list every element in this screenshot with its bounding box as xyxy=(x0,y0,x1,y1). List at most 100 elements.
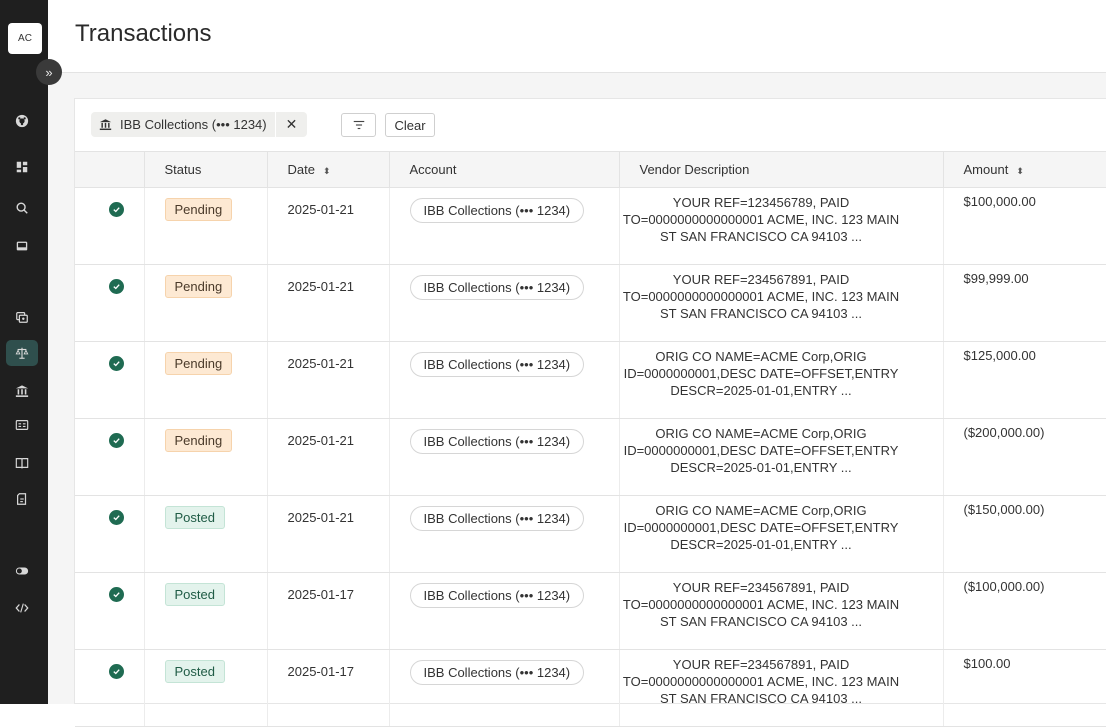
date-cell: 2025-01-21 xyxy=(267,418,389,495)
status-cell: Pending xyxy=(144,264,267,341)
date-text: 2025-01-21 xyxy=(288,352,355,371)
table-row[interactable]: Pending 2025-01-21 IBB Collections (••• … xyxy=(75,341,1106,418)
account-cell: IBB Collections (••• 1234) xyxy=(389,572,619,649)
table-header-row: Status Date⬍ Account Vendor Description … xyxy=(75,152,1106,187)
sidebar-item-search[interactable] xyxy=(6,195,38,221)
amount-cell: $100.00 xyxy=(943,649,1106,726)
check-circle-icon xyxy=(109,510,124,525)
vendor-description-cell: YOUR REF=123456789, PAID TO=000000000000… xyxy=(619,187,943,264)
sidebar-item-counterparties[interactable] xyxy=(6,412,38,438)
date-cell: 2025-01-21 xyxy=(267,341,389,418)
scales-icon xyxy=(15,346,29,360)
status-cell: Posted xyxy=(144,572,267,649)
bank-icon xyxy=(15,384,29,398)
status-badge: Pending xyxy=(165,429,233,452)
date-text: 2025-01-21 xyxy=(288,198,355,217)
sidebar-item-dashboard[interactable] xyxy=(6,154,38,180)
reconciled-cell xyxy=(75,495,144,572)
table-row[interactable]: Pending 2025-01-21 IBB Collections (••• … xyxy=(75,264,1106,341)
status-cell: Posted xyxy=(144,649,267,726)
filter-bar: IBB Collections (••• 1234) ✕ Clear xyxy=(75,99,1106,152)
sidebar-item-inbox[interactable] xyxy=(6,233,38,259)
book-icon xyxy=(15,456,29,470)
date-text: 2025-01-21 xyxy=(288,275,355,294)
date-cell: 2025-01-21 xyxy=(267,495,389,572)
expand-sidebar-button[interactable]: » xyxy=(36,59,62,85)
column-header-vendor-description[interactable]: Vendor Description xyxy=(619,152,943,187)
status-badge: Posted xyxy=(165,660,225,683)
amount-cell: ($100,000.00) xyxy=(943,572,1106,649)
table-row[interactable]: Pending 2025-01-21 IBB Collections (••• … xyxy=(75,418,1106,495)
date-cell: 2025-01-17 xyxy=(267,572,389,649)
date-text: 2025-01-17 xyxy=(288,583,355,602)
main-content: Transactions IBB Collections (••• 1234) … xyxy=(48,0,1106,704)
sidebar-item-documents[interactable] xyxy=(6,486,38,512)
column-header-status[interactable]: Status xyxy=(144,152,267,187)
account-pill[interactable]: IBB Collections (••• 1234) xyxy=(410,275,585,300)
toggle-icon xyxy=(15,564,29,578)
amount-cell: $99,999.00 xyxy=(943,264,1106,341)
check-circle-icon xyxy=(109,356,124,371)
remove-filter-button[interactable]: ✕ xyxy=(275,112,308,137)
column-header-date[interactable]: Date⬍ xyxy=(267,152,389,187)
status-badge: Pending xyxy=(165,275,233,298)
account-pill[interactable]: IBB Collections (••• 1234) xyxy=(410,506,585,531)
amount-cell: $100,000.00 xyxy=(943,187,1106,264)
account-pill[interactable]: IBB Collections (••• 1234) xyxy=(410,429,585,454)
filter-button[interactable] xyxy=(341,113,376,137)
sort-icon[interactable]: ⬍ xyxy=(323,166,331,176)
search-icon xyxy=(15,201,29,215)
date-text: 2025-01-21 xyxy=(288,429,355,448)
account-filter-chip[interactable]: IBB Collections (••• 1234) ✕ xyxy=(91,112,307,137)
account-pill[interactable]: IBB Collections (••• 1234) xyxy=(410,660,585,685)
status-badge: Posted xyxy=(165,583,225,606)
account-cell: IBB Collections (••• 1234) xyxy=(389,187,619,264)
status-badge: Pending xyxy=(165,198,233,221)
reconciled-cell xyxy=(75,264,144,341)
date-text: 2025-01-21 xyxy=(288,506,355,525)
reconciled-cell xyxy=(75,187,144,264)
life-ring-icon xyxy=(15,114,29,128)
reconciled-cell xyxy=(75,572,144,649)
column-header-account[interactable]: Account xyxy=(389,152,619,187)
table-row[interactable]: Pending 2025-01-21 IBB Collections (••• … xyxy=(75,187,1106,264)
account-pill[interactable]: IBB Collections (••• 1234) xyxy=(410,583,585,608)
account-cell: IBB Collections (••• 1234) xyxy=(389,495,619,572)
account-pill[interactable]: IBB Collections (••• 1234) xyxy=(410,352,585,377)
sidebar-item-banks[interactable] xyxy=(6,378,38,404)
vendor-description-cell: ORIG CO NAME=ACME Corp,ORIG ID=000000000… xyxy=(619,341,943,418)
column-header-amount[interactable]: Amount⬍ xyxy=(943,152,1106,187)
account-cell: IBB Collections (••• 1234) xyxy=(389,264,619,341)
sort-icon[interactable]: ⬍ xyxy=(1016,166,1024,176)
check-circle-icon xyxy=(109,587,124,602)
reconciled-cell xyxy=(75,341,144,418)
check-circle-icon xyxy=(109,664,124,679)
account-cell: IBB Collections (••• 1234) xyxy=(389,649,619,726)
status-cell: Pending xyxy=(144,418,267,495)
sidebar-item-mode-toggle[interactable] xyxy=(6,558,38,584)
document-icon xyxy=(15,492,29,506)
vendor-description-cell: YOUR REF=234567891, PAID TO=000000000000… xyxy=(619,572,943,649)
date-cell: 2025-01-21 xyxy=(267,187,389,264)
clear-filters-button[interactable]: Clear xyxy=(385,113,435,137)
page-header: Transactions xyxy=(48,0,1106,73)
filter-icon xyxy=(352,118,366,132)
table-row[interactable]: Posted 2025-01-21 IBB Collections (••• 1… xyxy=(75,495,1106,572)
table-row[interactable]: Posted 2025-01-17 IBB Collections (••• 1… xyxy=(75,649,1106,726)
transactions-panel: IBB Collections (••• 1234) ✕ Clear Statu… xyxy=(74,98,1106,704)
transactions-table: Status Date⬍ Account Vendor Description … xyxy=(75,152,1106,727)
table-row[interactable]: Posted 2025-01-17 IBB Collections (••• 1… xyxy=(75,572,1106,649)
sidebar-item-ledger[interactable] xyxy=(6,450,38,476)
org-avatar[interactable]: AC xyxy=(8,23,42,54)
sidebar-item-accounts[interactable] xyxy=(6,304,38,330)
sidebar-item-developer[interactable] xyxy=(6,595,38,621)
sidebar-item-reconciliation[interactable] xyxy=(6,340,38,366)
reconciled-cell xyxy=(75,649,144,726)
dashboard-icon xyxy=(15,160,29,174)
status-badge: Pending xyxy=(165,352,233,375)
status-cell: Pending xyxy=(144,341,267,418)
date-cell: 2025-01-17 xyxy=(267,649,389,726)
sidebar-item-support[interactable] xyxy=(6,108,38,134)
check-circle-icon xyxy=(109,279,124,294)
account-pill[interactable]: IBB Collections (••• 1234) xyxy=(410,198,585,223)
